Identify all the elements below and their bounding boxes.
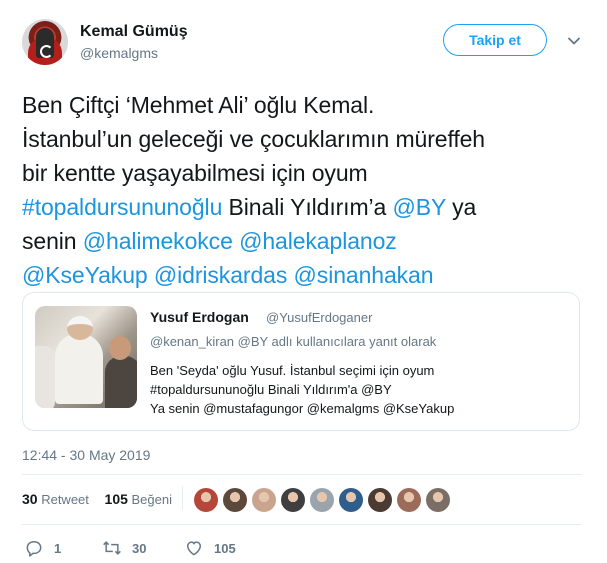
tweet-text-segment: Ben Çiftçi ‘Mehmet Ali’ oğlu Kemal. [22,92,375,118]
quoted-author-name: Yusuf Erdogan [150,309,249,325]
quoted-text-line: #topaldursununoğlu Binali Yıldırım'a @BY [150,382,392,397]
liker-avatar[interactable] [281,488,305,512]
tweet-text-line: @KseYakup @idriskardas @sinanhakan [22,258,592,292]
reply-button[interactable]: 1 [24,537,61,559]
like-icon [187,541,201,556]
liker-avatar[interactable] [223,488,247,512]
mention-link[interactable]: @sinanhakan [294,262,434,288]
quoted-tweet-image[interactable] [35,306,137,408]
reply-count: 1 [54,540,62,556]
tweet-text-segment: bir kentte yaşayabilmesi için oyum [22,160,368,186]
tweet-text-segment: ya [445,194,477,220]
follow-button[interactable]: Takip et [443,24,547,56]
quoted-tweet[interactable]: Yusuf Erdogan @YusufErdoganer @kenan_kir… [22,292,580,431]
liker-avatar[interactable] [368,488,392,512]
mention-link[interactable]: @BY [393,194,446,220]
retweet-stat-label: Retweet [41,492,89,507]
tweet-text-segment: İstanbul’un geleceği ve çocuklarımın mür… [22,126,486,152]
tweet-text: Ben Çiftçi ‘Mehmet Ali’ oğlu Kemal. İstan… [22,88,592,292]
liker-avatar[interactable] [339,488,363,512]
mention-link[interactable]: @idriskardas [154,262,287,288]
tweet-text-line: bir kentte yaşayabilmesi için oyum [22,156,592,190]
tweet-text-line: senin @halimekokce @halekaplanoz [22,224,592,258]
tweet-text-line: #topaldursununoğlu Binali Yıldırım’a @BY… [22,190,592,224]
quoted-text-line: Ya senin @mustafagungor @kemalgms @KseYa… [150,401,455,416]
liker-avatar[interactable] [397,488,421,512]
tweet-text-line: İstanbul’un geleceği ve çocuklarımın mür… [22,122,592,156]
author-handle[interactable]: @kemalgms [80,45,158,61]
quoted-text-line: Ben 'Seyda' oğlu Yusuf. İstanbul seçimi … [150,363,435,378]
mention-link[interactable]: @KseYakup [22,262,148,288]
retweet-count: 30 [132,540,147,556]
like-stat-label: Beğeni [131,492,172,507]
reply-icon [26,541,42,557]
retweet-button[interactable]: 30 [102,537,146,559]
divider [22,474,582,475]
stats-separator [182,486,183,510]
like-stat-count: 105 [104,491,128,507]
quoted-reply-context: @kenan_kiran @BY adlı kullanıcılara yanı… [150,334,437,349]
author-name[interactable]: Kemal Gümüş [80,23,188,41]
like-stat[interactable]: 105 Beğeni [104,491,172,507]
tweet-text-line: Ben Çiftçi ‘Mehmet Ali’ oğlu Kemal. [22,88,592,122]
mention-link[interactable]: @halekaplanoz [239,228,397,254]
author-avatar[interactable] [22,19,68,65]
liker-avatar[interactable] [194,488,218,512]
tweet-text-segment: senin [22,228,83,254]
quoted-author-handle: @YusufErdoganer [266,310,373,325]
retweet-stat-count: 30 [22,491,38,507]
tweet-timestamp[interactable]: 12:44 - 30 May 2019 [22,447,150,463]
tweet-header: Kemal Gümüş @kemalgms Takip et [22,16,592,68]
liker-avatar[interactable] [252,488,276,512]
mention-link[interactable]: @halimekokce [83,228,233,254]
like-count: 105 [214,540,236,556]
hashtag-link[interactable]: #topaldursununoğlu [22,194,222,220]
chevron-down-icon[interactable] [567,34,581,48]
retweet-stat[interactable]: 30 Retweet [22,491,89,507]
divider [22,524,582,525]
quoted-tweet-text: Ben 'Seyda' oğlu Yusuf. İstanbul seçimi … [150,361,454,418]
liker-avatar[interactable] [426,488,450,512]
tweet-text-segment: Binali Yıldırım’a [222,194,393,220]
tweet-stats: 30 Retweet 105 Beğeni [22,491,172,507]
like-button[interactable]: 105 [184,537,236,559]
liker-avatar[interactable] [310,488,334,512]
retweet-icon [103,541,121,555]
